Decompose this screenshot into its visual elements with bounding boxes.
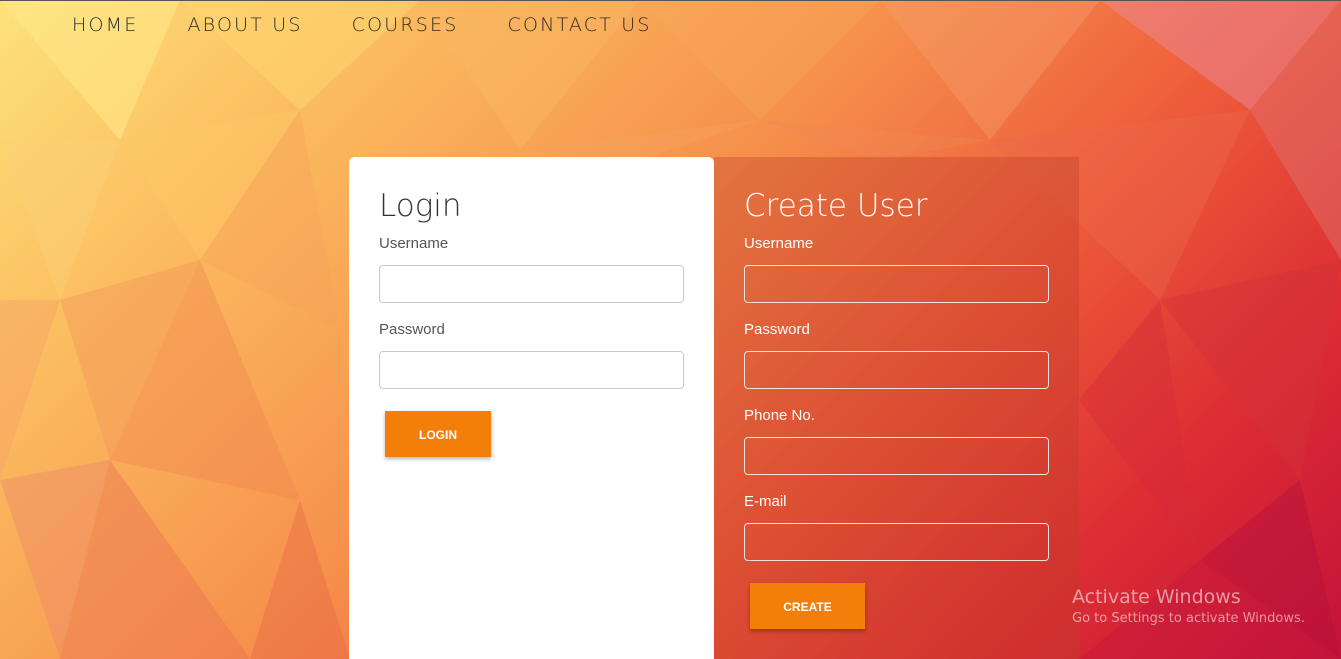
create-password-label: Password [744, 321, 810, 338]
main-nav: HOME ABOUT US COURSES CONTACT US [72, 14, 701, 36]
login-card: Login Username Password LOGIN [349, 157, 714, 659]
nav-item-about-us[interactable]: ABOUT US [187, 14, 302, 36]
login-button[interactable]: LOGIN [385, 411, 491, 457]
create-username-label: Username [744, 235, 814, 252]
login-username-input[interactable] [379, 265, 684, 303]
nav-item-contact-us[interactable]: CONTACT US [508, 14, 652, 36]
create-username-input[interactable] [744, 265, 1049, 303]
watermark-subtitle: Go to Settings to activate Windows. [1072, 611, 1305, 626]
top-border [0, 0, 1341, 1]
create-password-input[interactable] [744, 351, 1049, 389]
create-phone-label: Phone No. [744, 407, 815, 424]
login-password-input[interactable] [379, 351, 684, 389]
watermark-title: Activate Windows [1072, 586, 1241, 608]
create-user-title: Create User [744, 188, 928, 224]
create-email-input[interactable] [744, 523, 1049, 561]
windows-activation-watermark: Activate Windows Go to Settings to activ… [1072, 585, 1305, 629]
create-user-card: Create User Username Password Phone No. … [714, 157, 1079, 659]
login-password-label: Password [379, 321, 445, 338]
login-title: Login [379, 188, 462, 224]
nav-item-home[interactable]: HOME [72, 14, 138, 36]
nav-item-courses[interactable]: COURSES [352, 14, 459, 36]
login-username-label: Username [379, 235, 449, 252]
create-phone-input[interactable] [744, 437, 1049, 475]
create-button[interactable]: CREATE [750, 583, 865, 629]
create-email-label: E-mail [744, 493, 787, 510]
page-background: HOME ABOUT US COURSES CONTACT US Login U… [0, 0, 1341, 659]
